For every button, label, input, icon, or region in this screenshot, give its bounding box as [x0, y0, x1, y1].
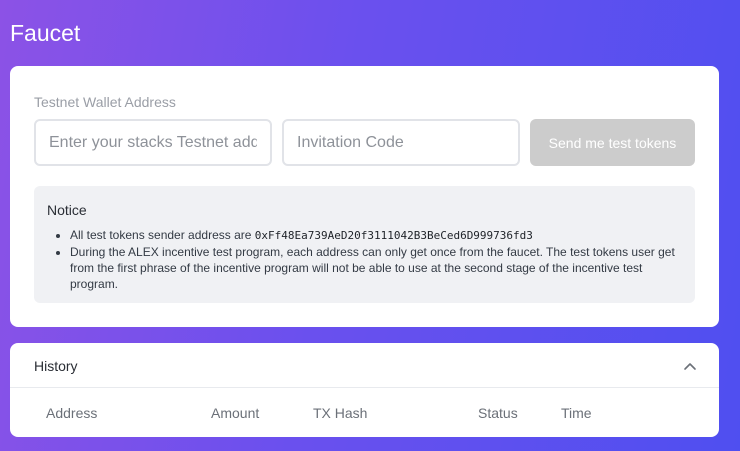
- wallet-address-input[interactable]: [34, 119, 272, 166]
- history-header[interactable]: History: [10, 343, 719, 388]
- send-test-tokens-button[interactable]: Send me test tokens: [530, 119, 695, 166]
- page-title: Faucet: [10, 20, 81, 46]
- wallet-address-label: Testnet Wallet Address: [34, 94, 176, 110]
- column-header-tx-hash: TX Hash: [313, 405, 368, 421]
- history-title: History: [34, 358, 78, 374]
- notice-box: Notice All test tokens sender address ar…: [34, 186, 695, 303]
- notice-list: All test tokens sender address are 0xFf4…: [70, 227, 682, 292]
- notice-title: Notice: [47, 202, 87, 218]
- invitation-code-input[interactable]: [282, 119, 520, 166]
- notice-item-sender-address: All test tokens sender address are 0xFf4…: [70, 227, 682, 244]
- notice-item-program-rule: During the ALEX incentive test program, …: [70, 244, 682, 292]
- history-card: History Address Amount TX Hash Status Ti…: [10, 343, 719, 437]
- chevron-up-icon[interactable]: [681, 357, 699, 375]
- column-header-time: Time: [561, 405, 592, 421]
- column-header-status: Status: [478, 405, 518, 421]
- column-header-address: Address: [46, 405, 98, 421]
- column-header-amount: Amount: [211, 405, 260, 421]
- sender-address: 0xFf48Ea739AeD20f3111042B3BeCed6D999736f…: [254, 229, 533, 242]
- faucet-card: Testnet Wallet Address Send me test toke…: [10, 66, 719, 327]
- notice-item-prefix: All test tokens sender address are: [70, 228, 255, 242]
